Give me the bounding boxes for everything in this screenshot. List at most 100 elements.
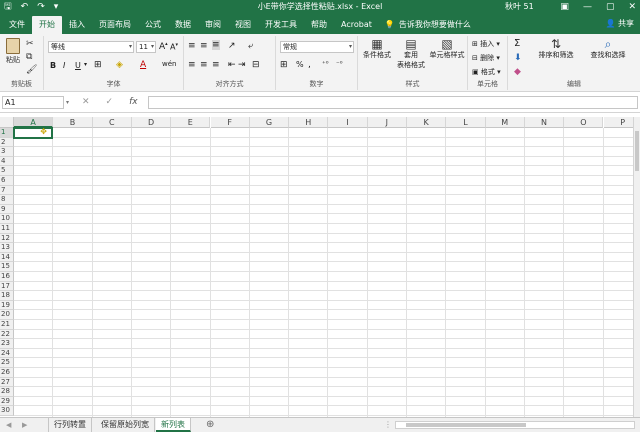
tab-view[interactable]: 视图 — [228, 16, 258, 34]
row-header-7[interactable]: 7 — [0, 185, 14, 196]
chevron-down-icon[interactable]: ▾ — [66, 96, 69, 109]
column-header-n[interactable]: N — [524, 117, 565, 128]
row-header-9[interactable]: 9 — [0, 204, 14, 215]
row-header-24[interactable]: 24 — [0, 348, 14, 359]
horizontal-scrollbar[interactable] — [395, 421, 635, 429]
row-header-14[interactable]: 14 — [0, 252, 14, 263]
wrap-text-icon[interactable]: ⤶ — [248, 41, 253, 51]
row-header-5[interactable]: 5 — [0, 166, 14, 176]
user-name[interactable]: 秋叶 51 — [505, 1, 534, 13]
fill-icon[interactable]: ⬇ — [514, 53, 522, 63]
format-cells-button[interactable]: ▣ 格式 ▾ — [472, 67, 501, 77]
italic-button[interactable]: I — [63, 61, 65, 70]
font-size-select[interactable]: 11 ▾ — [136, 41, 156, 53]
selected-cell-a1[interactable]: ✥ — [13, 127, 54, 139]
ribbon-display-options-icon[interactable]: ▣ — [560, 0, 569, 14]
align-right-icon[interactable]: ≡ — [212, 60, 220, 70]
column-header-l[interactable]: L — [446, 117, 486, 128]
decrease-decimal-icon[interactable]: ⁻⁰ — [336, 60, 343, 68]
close-button[interactable]: ✕ — [628, 0, 636, 14]
sheet-tab-transpose[interactable]: 行列转置 — [48, 418, 92, 432]
border-icon[interactable]: ⊞ — [94, 60, 102, 70]
number-format-select[interactable]: 常规 ▾ — [280, 41, 354, 53]
column-header-p[interactable]: P — [603, 117, 633, 128]
spreadsheet-grid[interactable]: A B C D E F G H I J K L M N O P 1 2 3 4 5 6 7 8 9 10 11 12 13 14 15 16 1… — [0, 117, 633, 417]
row-header-27[interactable]: 27 — [0, 377, 14, 388]
decrease-indent-icon[interactable]: ⇤ — [228, 60, 236, 70]
row-header-30[interactable]: 30 — [0, 406, 14, 416]
cell-styles-button[interactable]: ▧ 单元格样式 — [428, 38, 466, 60]
delete-cells-button[interactable]: ⊟ 删除 ▾ — [472, 53, 500, 63]
align-middle-icon[interactable]: ≡ — [200, 41, 208, 51]
row-header-25[interactable]: 25 — [0, 358, 14, 368]
row-header-26[interactable]: 26 — [0, 368, 14, 378]
column-header-g[interactable]: G — [249, 117, 290, 128]
row-header-13[interactable]: 13 — [0, 243, 14, 253]
scroll-thumb[interactable] — [635, 131, 639, 171]
formula-input[interactable] — [148, 96, 638, 109]
row-header-15[interactable]: 15 — [0, 262, 14, 272]
tab-data[interactable]: 数据 — [168, 16, 198, 34]
align-left-icon[interactable]: ≡ — [188, 60, 196, 70]
column-header-d[interactable]: D — [131, 117, 172, 128]
row-header-8[interactable]: 8 — [0, 195, 14, 205]
merge-center-icon[interactable]: ⊟ — [252, 60, 260, 70]
tab-acrobat[interactable]: Acrobat — [334, 16, 379, 34]
grow-font-icon[interactable]: A▴ — [159, 41, 168, 52]
row-header-3[interactable]: 3 — [0, 147, 14, 157]
row-header-10[interactable]: 10 — [0, 214, 14, 224]
row-header-1[interactable]: 1 — [0, 128, 14, 138]
insert-function-icon[interactable]: fx — [129, 96, 138, 109]
split-handle-icon[interactable]: ⋮ — [384, 419, 392, 431]
font-color-icon[interactable]: A — [140, 60, 146, 70]
column-header-m[interactable]: M — [485, 117, 525, 128]
align-bottom-icon[interactable]: ≡ — [212, 40, 220, 50]
comma-button[interactable]: , — [308, 60, 311, 70]
tab-review[interactable]: 审阅 — [198, 16, 228, 34]
increase-indent-icon[interactable]: ⇥ — [238, 60, 246, 70]
row-header-22[interactable]: 22 — [0, 329, 14, 340]
sheet-tab-keep-width[interactable]: 保留原始列宽 — [96, 418, 155, 432]
scroll-right-icon[interactable]: ▶ — [22, 419, 27, 431]
chevron-down-icon[interactable]: ▾ — [84, 61, 87, 68]
copy-icon[interactable]: ⧉ — [26, 51, 37, 63]
align-center-icon[interactable]: ≡ — [200, 60, 208, 70]
cancel-entry-icon[interactable]: ✕ — [82, 96, 90, 109]
row-header-23[interactable]: 23 — [0, 339, 14, 349]
scroll-thumb[interactable] — [406, 423, 526, 427]
name-box[interactable]: A1 — [2, 96, 64, 109]
format-painter-icon[interactable]: 🖌 — [26, 64, 37, 76]
tab-file[interactable]: 文件 — [2, 16, 32, 34]
font-name-select[interactable]: 等线 ▾ — [48, 41, 134, 53]
select-all-corner[interactable] — [0, 117, 14, 128]
tab-insert[interactable]: 插入 — [62, 16, 92, 34]
add-sheet-icon[interactable]: ⊕ — [206, 418, 214, 432]
confirm-entry-icon[interactable]: ✓ — [106, 96, 114, 109]
column-header-o[interactable]: O — [564, 117, 604, 128]
share-button[interactable]: 👤 共享 — [605, 16, 634, 32]
orientation-icon[interactable]: ↗ — [228, 41, 236, 51]
row-header-2[interactable]: 2 — [0, 137, 14, 148]
restore-button[interactable]: ▢ — [606, 0, 615, 14]
find-select-button[interactable]: ⌕ 查找和选择 — [582, 38, 634, 60]
phonetic-icon[interactable]: wén — [162, 60, 176, 68]
conditional-formatting-button[interactable]: ▦ 条件格式 — [361, 38, 393, 60]
row-header-11[interactable]: 11 — [0, 224, 14, 234]
paste-button[interactable]: 粘贴 — [3, 38, 23, 66]
autosum-icon[interactable]: Σ — [514, 38, 520, 49]
percent-button[interactable]: % — [296, 60, 304, 69]
row-header-6[interactable]: 6 — [0, 176, 14, 186]
format-as-table-button[interactable]: ▤ 套用 表格格式 — [394, 38, 428, 70]
shrink-font-icon[interactable]: A▾ — [170, 42, 178, 52]
column-header-c[interactable]: C — [92, 117, 132, 128]
row-header-20[interactable]: 20 — [0, 310, 14, 320]
insert-cells-button[interactable]: ⊞ 插入 ▾ — [472, 39, 500, 49]
align-top-icon[interactable]: ≡ — [188, 41, 196, 51]
column-header-b[interactable]: B — [53, 117, 93, 128]
column-header-e[interactable]: E — [171, 117, 211, 128]
tab-help[interactable]: 帮助 — [304, 16, 334, 34]
row-header-12[interactable]: 12 — [0, 233, 14, 244]
tab-formulas[interactable]: 公式 — [138, 16, 168, 34]
scroll-left-icon[interactable]: ◀ — [6, 419, 11, 431]
column-header-j[interactable]: J — [367, 117, 407, 128]
